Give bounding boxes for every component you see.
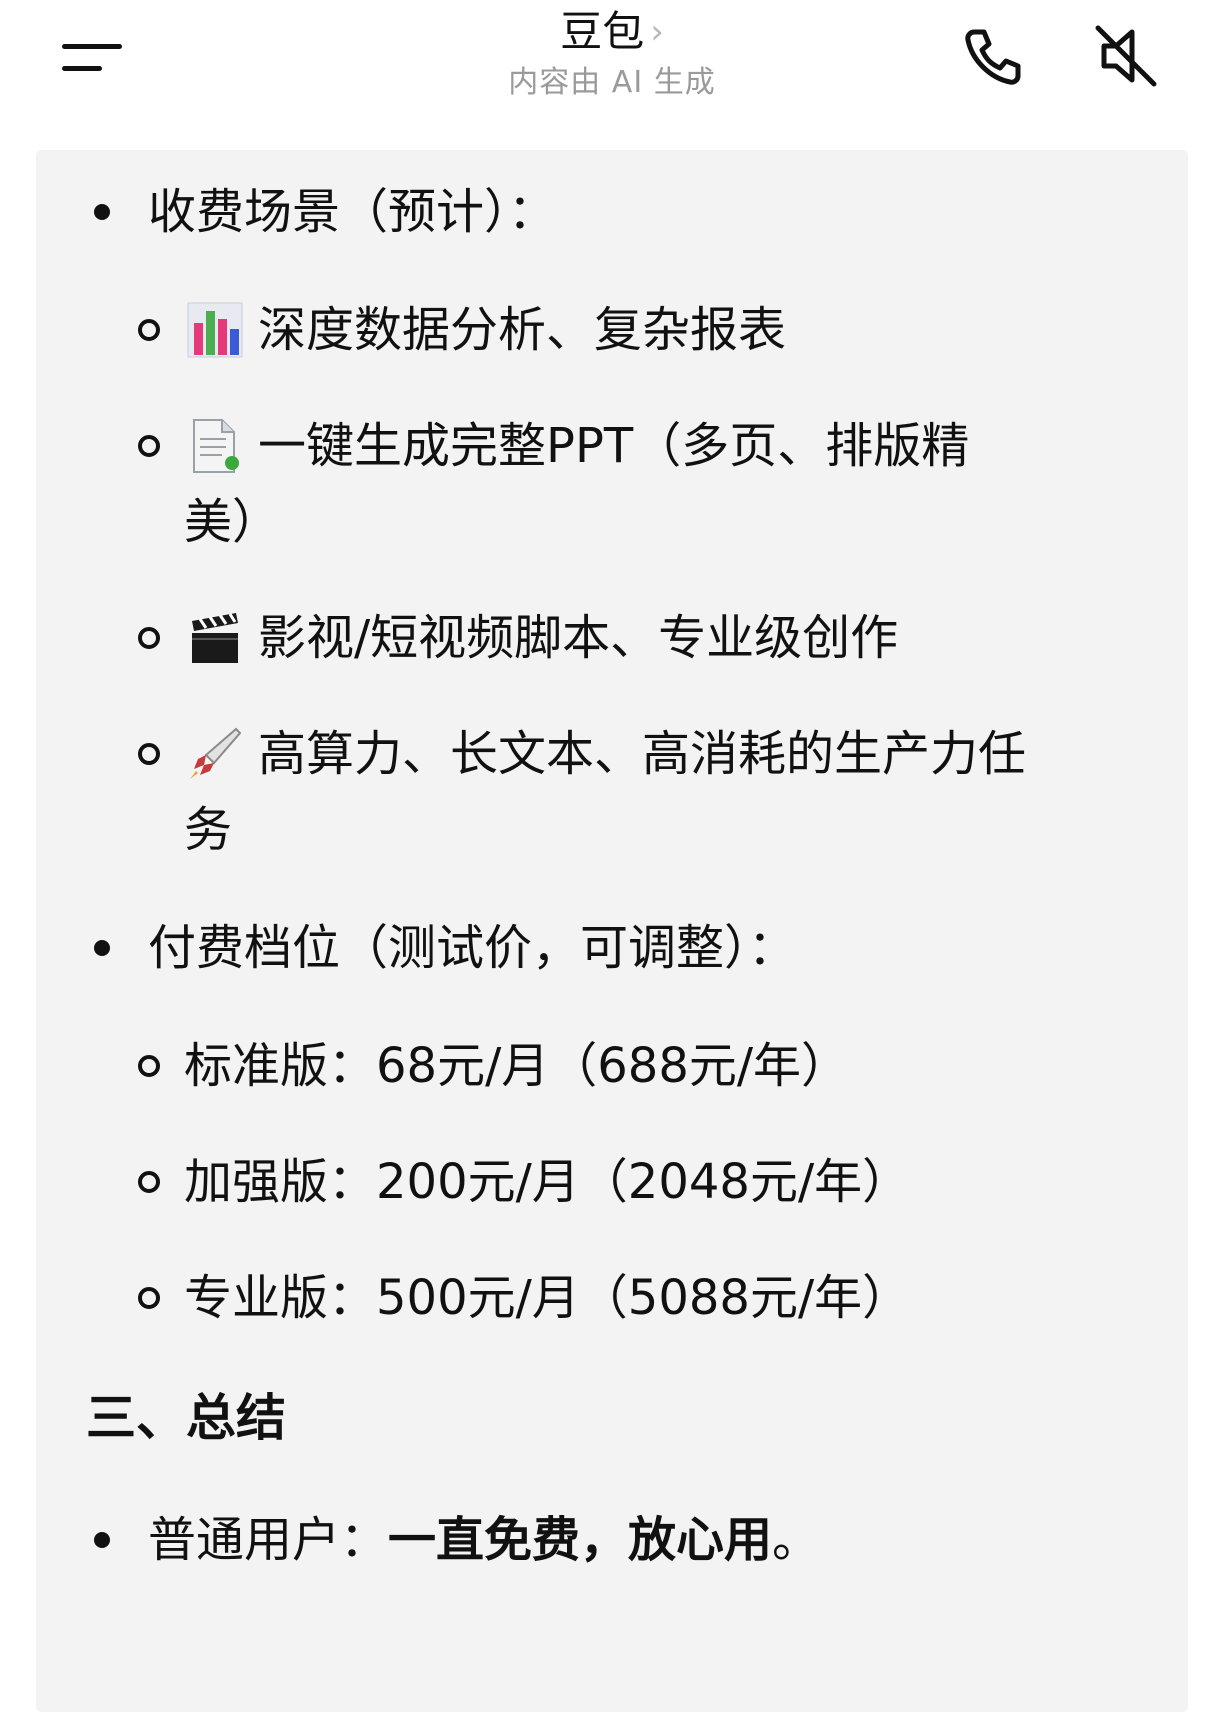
section-heading: 收费场景（预计）： [148, 184, 557, 240]
bullet-circle [138, 319, 160, 341]
item-text: 一键生成完整PPT（多页、排版精 [258, 418, 970, 474]
ai-generated-notice: 内容由 AI 生成 [508, 65, 716, 100]
item-text: 影视/短视频脚本、专业级创作 [258, 610, 899, 666]
bullet-circle [138, 435, 160, 457]
watermark-fade [400, 1640, 820, 1712]
rocket-icon [190, 727, 242, 779]
menu-button[interactable] [58, 30, 128, 82]
chat-title-area[interactable]: 豆包 › 内容由 AI 生成 [412, 4, 812, 103]
phone-icon [965, 29, 1021, 85]
menu-icon-line [62, 66, 102, 71]
tier-text: 专业版：500元/月（5088元/年） [184, 1270, 911, 1326]
speaker-mute-button[interactable] [1090, 20, 1162, 92]
bot-name: 豆包 [560, 7, 645, 56]
item-text: 深度数据分析、复杂报表 [258, 302, 787, 358]
bullet-circle [138, 1055, 160, 1077]
item-text-wrap: 务 [184, 802, 233, 858]
bullet-dot [94, 204, 110, 220]
bullet-circle [138, 743, 160, 765]
item-text-wrap: 美） [184, 494, 281, 550]
summary-text: 普通用户：一直免费，放心用。 [148, 1500, 820, 1580]
bullet-dot [94, 940, 110, 956]
bullet-circle [138, 627, 160, 649]
message-card: 收费场景（预计）： 深度数据分析、复杂报表 一键生成完整PPT（多页、排版精 美… [36, 150, 1188, 1712]
section-title-text: 三、总结 [86, 1389, 286, 1447]
item-text: 高算力、长文本、高消耗的生产力任 [258, 726, 1027, 782]
document-icon [193, 419, 239, 473]
menu-icon [62, 44, 122, 49]
bullet-dot [94, 1532, 110, 1548]
chat-title[interactable]: 豆包 › [412, 4, 812, 63]
phone-call-button[interactable] [956, 20, 1028, 92]
clapperboard-icon [192, 613, 238, 663]
summary-end: 。 [772, 1512, 821, 1568]
summary-label: 普通用户： [148, 1512, 389, 1568]
bullet-circle [138, 1287, 160, 1309]
top-bar: 豆包 › 内容由 AI 生成 [0, 0, 1224, 150]
bar-chart-icon [187, 302, 243, 358]
chevron-right-icon: › [650, 12, 664, 52]
tier-text: 加强版：200元/月（2048元/年） [184, 1154, 911, 1210]
bullet-circle [138, 1171, 160, 1193]
section-heading: 付费档位（测试价，可调整）： [148, 920, 797, 976]
summary-emphasis: 一直免费，放心用 [388, 1512, 773, 1568]
tier-text: 标准版：68元/月（688元/年） [184, 1038, 850, 1094]
speaker-mute-icon [1095, 25, 1157, 87]
